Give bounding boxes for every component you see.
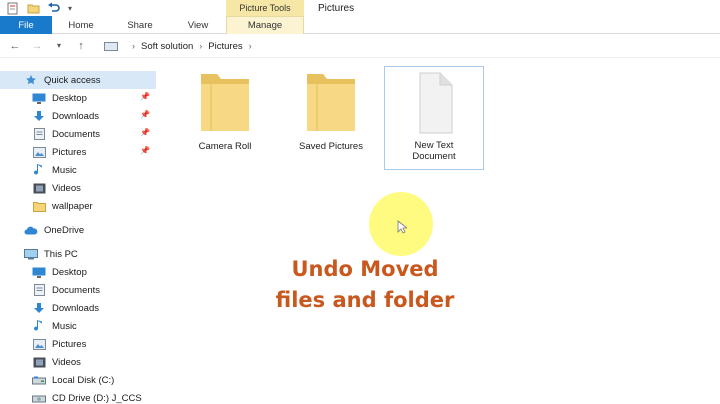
title-bar: ▾ Picture Tools Pictures: [0, 0, 720, 16]
videos-icon: [32, 356, 46, 368]
nav-pc-music[interactable]: Music: [0, 317, 156, 335]
pin-icon[interactable]: 📌: [140, 92, 150, 101]
back-arrow-icon[interactable]: ←: [8, 39, 22, 53]
nav-qa-videos[interactable]: Videos: [0, 179, 156, 197]
nav-item-label: Videos: [52, 182, 81, 194]
cd-drive-icon: [32, 392, 46, 404]
nav-pc-cd-drive[interactable]: CD Drive (D:) J_CCS: [0, 389, 156, 404]
ribbon-tabs: File Home Share View Manage: [0, 16, 720, 34]
pictures-icon: [32, 338, 46, 350]
cloud-icon: [24, 224, 38, 236]
folder-icon: [32, 200, 46, 212]
folder-label: Saved Pictures: [299, 141, 363, 152]
documents-icon: [32, 284, 46, 296]
address-bar-row: ← → ▾ ↑ › Soft solution › Pictures ›: [0, 34, 720, 58]
folder-icon: [303, 70, 359, 137]
nav-qa-wallpaper[interactable]: wallpaper: [0, 197, 156, 215]
folder-label: Camera Roll: [198, 141, 252, 152]
file-item-new-text-document[interactable]: New Text Document: [384, 66, 484, 170]
picture-tools-title: Picture Tools: [226, 0, 304, 16]
nav-item-label: Desktop: [52, 92, 87, 104]
up-arrow-icon[interactable]: ↑: [74, 39, 88, 53]
customize-toolbar-icon[interactable]: ▾: [66, 1, 74, 15]
tab-view[interactable]: View: [170, 16, 226, 34]
downloads-icon: [32, 110, 46, 122]
breadcrumb-separator-icon[interactable]: ›: [132, 41, 135, 51]
nav-onedrive[interactable]: OneDrive: [0, 221, 156, 239]
pin-icon[interactable]: 📌: [140, 128, 150, 137]
documents-icon: [32, 128, 46, 140]
caption-line-2: files and folder: [275, 288, 455, 312]
star-icon: [24, 74, 38, 86]
breadcrumb-soft-solution[interactable]: Soft solution: [141, 41, 193, 52]
nav-item-label: Videos: [52, 356, 81, 368]
nav-quick-access[interactable]: Quick access: [0, 71, 156, 89]
pictures-icon: [32, 146, 46, 158]
nav-item-label: Pictures: [52, 338, 87, 350]
breadcrumb-separator-icon[interactable]: ›: [199, 41, 202, 51]
nav-this-pc-label: This PC: [44, 248, 78, 260]
breadcrumb-pictures[interactable]: Pictures: [208, 41, 242, 52]
text-document-icon: [402, 71, 466, 138]
nav-qa-music[interactable]: Music: [0, 161, 156, 179]
music-icon: [32, 164, 46, 176]
nav-item-label: Music: [52, 164, 77, 176]
nav-item-label: wallpaper: [52, 200, 93, 212]
window-title: Pictures: [318, 2, 355, 14]
nav-item-label: Desktop: [52, 266, 87, 278]
nav-qa-pictures[interactable]: Pictures 📌: [0, 143, 156, 161]
nav-qa-downloads[interactable]: Downloads 📌: [0, 107, 156, 125]
nav-qa-documents[interactable]: Documents 📌: [0, 125, 156, 143]
undo-icon[interactable]: [46, 1, 60, 15]
nav-pc-pictures[interactable]: Pictures: [0, 335, 156, 353]
breadcrumb-separator-icon[interactable]: ›: [249, 41, 252, 51]
nav-item-label: Documents: [52, 128, 101, 140]
drive-icon: [32, 374, 46, 386]
desktop-icon: [32, 266, 46, 278]
tab-file[interactable]: File: [0, 16, 52, 34]
nav-item-label: Local Disk (C:): [52, 374, 115, 386]
tab-manage[interactable]: Manage: [226, 16, 304, 34]
folder-icon: [197, 70, 253, 137]
nav-item-label: Downloads: [52, 302, 99, 314]
file-label: New Text Document: [412, 140, 456, 162]
video-caption: Undo Moved files and folder: [240, 254, 490, 316]
breadcrumb[interactable]: › Soft solution › Pictures ›: [104, 39, 258, 53]
nav-qa-desktop[interactable]: Desktop 📌: [0, 89, 156, 107]
videos-icon: [32, 182, 46, 194]
pin-icon[interactable]: 📌: [140, 110, 150, 119]
pin-icon[interactable]: 📌: [140, 146, 150, 155]
downloads-icon: [32, 302, 46, 314]
caption-line-1: Undo Moved: [291, 257, 439, 281]
nav-pc-desktop[interactable]: Desktop: [0, 263, 156, 281]
nav-pc-downloads[interactable]: Downloads: [0, 299, 156, 317]
nav-pc-documents[interactable]: Documents: [0, 281, 156, 299]
music-icon: [32, 320, 46, 332]
new-folder-icon[interactable]: [26, 1, 40, 15]
quick-access-toolbar: ▾: [0, 0, 74, 16]
desktop-icon: [32, 92, 46, 104]
mouse-pointer-icon: [397, 220, 409, 237]
nav-item-label: CD Drive (D:) J_CCS: [52, 392, 142, 404]
nav-quick-access-label: Quick access: [44, 74, 101, 86]
nav-pc-videos[interactable]: Videos: [0, 353, 156, 371]
properties-icon[interactable]: [6, 1, 20, 15]
this-pc-icon: [104, 41, 118, 51]
file-view[interactable]: Camera Roll Saved Pictures New Text Docu…: [160, 60, 720, 404]
navigation-pane: Quick access Desktop 📌 Downloads 📌 Docum…: [0, 60, 160, 404]
nav-item-label: Documents: [52, 284, 101, 296]
folder-item-camera-roll[interactable]: Camera Roll: [175, 70, 275, 170]
recent-locations-chevron-icon[interactable]: ▾: [52, 39, 66, 53]
nav-onedrive-label: OneDrive: [44, 224, 85, 236]
tab-home[interactable]: Home: [52, 16, 110, 34]
computer-icon: [24, 248, 38, 260]
nav-this-pc[interactable]: This PC: [0, 245, 156, 263]
forward-arrow-icon[interactable]: →: [30, 39, 44, 53]
tab-share[interactable]: Share: [110, 16, 170, 34]
nav-item-label: Pictures: [52, 146, 87, 158]
nav-item-label: Downloads: [52, 110, 99, 122]
nav-item-label: Music: [52, 320, 77, 332]
nav-pc-local-disk[interactable]: Local Disk (C:): [0, 371, 156, 389]
folder-item-saved-pictures[interactable]: Saved Pictures: [281, 70, 381, 170]
